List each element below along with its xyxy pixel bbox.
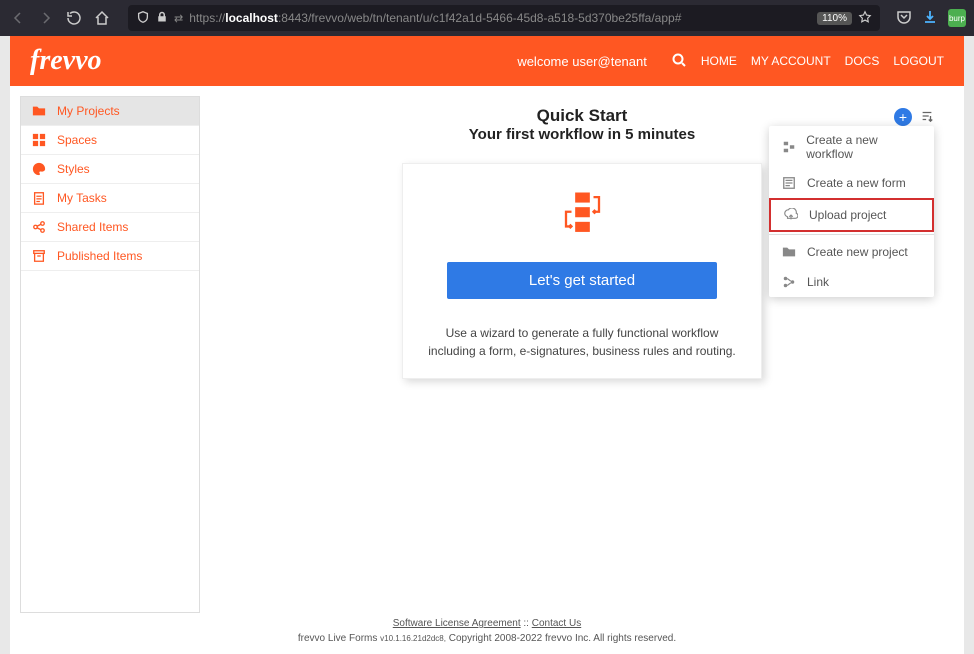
sidebar-item-styles[interactable]: Styles	[21, 155, 199, 184]
form-icon	[781, 175, 797, 191]
sidebar-item-label: Published Items	[57, 249, 142, 263]
url-text: https://localhost:8443/frevvo/web/tn/ten…	[189, 11, 811, 25]
nav-forward-button[interactable]	[36, 8, 56, 28]
menu-item-label: Link	[807, 275, 829, 289]
share-icon	[31, 219, 47, 235]
menu-divider	[769, 234, 934, 235]
menu-upload-project[interactable]: Upload project	[769, 198, 934, 232]
quick-start-title: Quick Start	[200, 106, 964, 126]
sort-icon[interactable]	[920, 109, 934, 126]
menu-item-label: Create a new form	[807, 176, 906, 190]
menu-create-project[interactable]: Create new project	[769, 237, 934, 267]
menu-item-label: Create new project	[807, 245, 908, 259]
sidebar-item-label: Shared Items	[57, 220, 128, 234]
nav-home-button[interactable]	[92, 8, 112, 28]
menu-create-form[interactable]: Create a new form	[769, 168, 934, 198]
clipboard-icon	[31, 190, 47, 206]
folder-icon	[31, 103, 47, 119]
footer-copyright: frevvo Live Forms v10.1.16.21d2dc8, Copy…	[10, 633, 964, 644]
browser-chrome: ⇄ https://localhost:8443/frevvo/web/tn/t…	[0, 0, 974, 36]
sidebar-item-label: My Projects	[57, 104, 120, 118]
pocket-icon[interactable]	[896, 9, 914, 27]
shield-icon	[136, 10, 150, 27]
sidebar-item-label: My Tasks	[57, 191, 107, 205]
download-icon[interactable]	[922, 9, 940, 27]
upload-icon	[783, 207, 799, 223]
toggle-icon: ⇄	[174, 12, 183, 25]
sidebar-item-my-tasks[interactable]: My Tasks	[21, 184, 199, 213]
get-started-button[interactable]: Let's get started	[447, 262, 717, 299]
card-description: Use a wizard to generate a fully functio…	[421, 324, 743, 360]
menu-link[interactable]: Link	[769, 267, 934, 297]
sidebar-item-shared-items[interactable]: Shared Items	[21, 213, 199, 242]
footer-license-link[interactable]: Software License Agreement	[393, 618, 521, 629]
app-footer: Software License Agreement :: Contact Us…	[10, 613, 964, 654]
lock-icon	[156, 11, 168, 26]
welcome-text: welcome user@tenant	[517, 54, 647, 69]
main-content: Quick Start Your first workflow in 5 min…	[200, 96, 964, 613]
grid-icon	[31, 132, 47, 148]
sidebar-item-my-projects[interactable]: My Projects	[21, 97, 199, 126]
zoom-badge[interactable]: 110%	[817, 12, 852, 25]
folder-new-icon	[781, 244, 797, 260]
extension-icon[interactable]: burp	[948, 9, 966, 27]
nav-logout[interactable]: LOGOUT	[893, 54, 944, 68]
app-logo[interactable]: frevvo	[30, 45, 102, 77]
menu-create-workflow[interactable]: Create a new workflow	[769, 126, 934, 168]
sidebar-item-label: Spaces	[57, 133, 97, 147]
workflow-icon	[781, 139, 796, 155]
add-button[interactable]: +	[894, 108, 912, 126]
add-dropdown-menu: Create a new workflow Create a new form …	[769, 126, 934, 297]
url-bar[interactable]: ⇄ https://localhost:8443/frevvo/web/tn/t…	[128, 5, 880, 31]
nav-reload-button[interactable]	[64, 8, 84, 28]
header-search-icon[interactable]	[671, 52, 687, 71]
link-icon	[781, 274, 797, 290]
workflow-icon	[555, 187, 610, 242]
sidebar-item-spaces[interactable]: Spaces	[21, 126, 199, 155]
sidebar: My Projects Spaces Styles My Tasks Share…	[20, 96, 200, 613]
nav-home[interactable]: HOME	[701, 54, 737, 68]
bookmark-star-icon[interactable]	[858, 10, 872, 27]
nav-back-button[interactable]	[8, 8, 28, 28]
sidebar-item-label: Styles	[57, 162, 90, 176]
footer-contact-link[interactable]: Contact Us	[532, 618, 581, 629]
app-header: frevvo welcome user@tenant HOME MY ACCOU…	[10, 36, 964, 86]
nav-my-account[interactable]: MY ACCOUNT	[751, 54, 831, 68]
nav-docs[interactable]: DOCS	[845, 54, 880, 68]
quick-start-card: Let's get started Use a wizard to genera…	[402, 163, 762, 379]
menu-item-label: Create a new workflow	[806, 133, 922, 161]
menu-item-label: Upload project	[809, 208, 886, 222]
palette-icon	[31, 161, 47, 177]
sidebar-item-published-items[interactable]: Published Items	[21, 242, 199, 271]
archive-icon	[31, 248, 47, 264]
